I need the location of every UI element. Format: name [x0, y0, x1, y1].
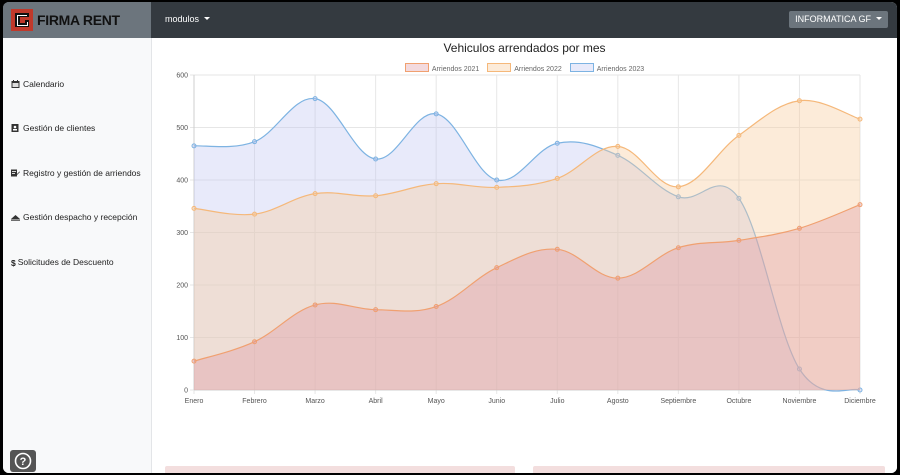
contact-card-icon: [11, 124, 19, 132]
brand-logo-icon: [11, 9, 33, 31]
data-point: [796, 225, 802, 231]
x-tick-label: Julio: [550, 398, 565, 405]
sidebar-item-clientes[interactable]: Gestión de clientes: [11, 123, 95, 133]
data-point: [796, 98, 802, 104]
chevron-down-icon: [204, 17, 211, 20]
x-tick-label: Mayo: [428, 398, 445, 405]
user-dropdown-button[interactable]: INFORMATICA GF: [789, 11, 888, 28]
data-point: [252, 139, 258, 145]
truck-loading-icon: [11, 215, 20, 221]
x-tick-label: Marzo: [305, 398, 325, 405]
data-point: [857, 116, 863, 122]
data-point: [615, 275, 621, 281]
y-tick-label: 0: [184, 388, 188, 395]
svg-text:?: ?: [20, 456, 27, 468]
brand-area[interactable]: FIRMA RENT: [3, 2, 151, 38]
app-window: FIRMA RENT modulos INFORMATICA GF Calend…: [3, 2, 897, 473]
sidebar-item-label: Gestión de clientes: [23, 123, 96, 133]
data-point: [191, 358, 197, 364]
x-tick-label: Septiembre: [660, 398, 696, 405]
data-point: [736, 237, 742, 243]
x-tick-label: Noviembre: [783, 398, 817, 405]
sidebar-item-label: Solicitudes de Descuento: [17, 257, 114, 267]
y-tick-label: 100: [176, 335, 188, 342]
data-point: [312, 191, 318, 197]
main-content: Vehiculos arrendados por mes Arriendos 2…: [152, 38, 897, 473]
y-tick-label: 600: [176, 73, 188, 80]
x-tick-label: Agosto: [607, 398, 629, 405]
question-circle-icon: ?: [14, 452, 32, 470]
data-point: [554, 246, 560, 252]
data-point: [312, 96, 318, 102]
data-point: [494, 184, 500, 190]
summary-card: [533, 466, 885, 473]
summary-card: [165, 466, 515, 473]
calendar-icon: [11, 80, 20, 88]
data-point: [494, 177, 500, 183]
x-tick-label: Febrero: [242, 398, 267, 405]
y-tick-label: 500: [176, 125, 188, 132]
data-point: [554, 175, 560, 181]
line-chart: 0 100 200 300 400 500 600 Enero Febrero Marzo Abri…: [176, 73, 876, 406]
x-tick-label: Octubre: [726, 398, 751, 405]
edit-note-icon: [11, 169, 20, 177]
data-point: [857, 202, 863, 208]
brand-name: FIRMA RENT: [37, 12, 120, 28]
data-point: [373, 307, 379, 313]
sidebar-item-calendario[interactable]: Calendario: [11, 79, 64, 89]
data-point: [554, 140, 560, 146]
top-navbar: FIRMA RENT modulos INFORMATICA GF: [3, 2, 897, 38]
chevron-down-icon: [876, 17, 882, 20]
x-tick-label: Diciembre: [844, 398, 876, 405]
data-point: [675, 184, 681, 190]
data-point: [615, 143, 621, 149]
data-point: [433, 181, 439, 187]
sidebar-item-label: Calendario: [23, 79, 65, 89]
y-tick-label: 200: [176, 283, 188, 290]
x-tick-label: Enero: [185, 398, 204, 405]
y-tick-label: 400: [176, 178, 188, 185]
data-point: [373, 193, 379, 199]
sidebar-item-despacho[interactable]: Gestión despacho y recepción: [11, 212, 137, 222]
help-button[interactable]: ?: [10, 450, 36, 472]
dollar-icon: $: [11, 258, 16, 268]
sidebar-item-label: Registro y gestión de arriendos: [23, 168, 141, 178]
user-label: INFORMATICA GF: [795, 14, 871, 24]
sidebar-item-label: Gestión despacho y recepción: [23, 212, 138, 222]
data-point: [736, 132, 742, 138]
data-point: [191, 205, 197, 211]
data-point: [494, 265, 500, 271]
data-point: [373, 156, 379, 162]
data-point: [675, 245, 681, 251]
data-point: [433, 304, 439, 310]
sidebar-item-arriendos[interactable]: Registro y gestión de arriendos: [11, 168, 141, 178]
data-point: [312, 302, 318, 308]
x-tick-label: Junio: [488, 398, 505, 405]
data-point: [252, 339, 258, 345]
x-tick-label: Abril: [369, 398, 383, 405]
sidebar-item-descuentos[interactable]: $ Solicitudes de Descuento: [11, 257, 114, 268]
data-point: [191, 143, 197, 149]
sidebar: Calendario Gestión de clientes Registro …: [3, 38, 152, 473]
y-tick-label: 300: [176, 230, 188, 237]
data-point: [252, 211, 258, 217]
modules-label: modulos: [165, 14, 200, 24]
data-point: [433, 111, 439, 117]
modules-dropdown[interactable]: modulos: [165, 14, 211, 24]
